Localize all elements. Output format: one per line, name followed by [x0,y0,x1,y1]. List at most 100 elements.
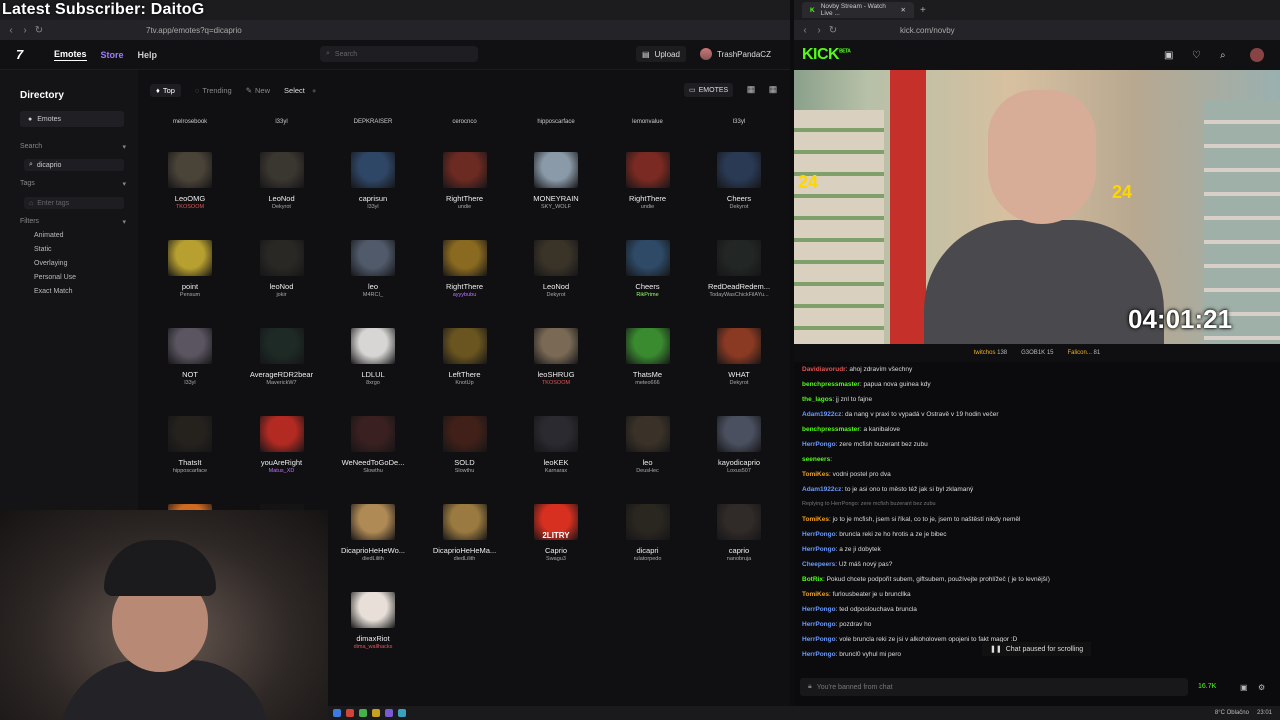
back-icon[interactable]: ‹ [798,25,812,36]
tab-new[interactable]: ✎ New [246,86,270,95]
sidebar-item-emotes[interactable]: ● Emotes [20,111,124,127]
emote-card[interactable]: LeoNod Dekyrot [512,240,600,326]
tags-input[interactable]: ⌂ Enter tags [24,197,124,209]
partial-emote-name[interactable]: melrosebook [150,119,230,125]
partial-emote-name[interactable]: l33yl [242,119,322,125]
emote-card[interactable]: LeoOMG TKOSOOM [150,152,234,238]
nav-help[interactable]: Help [138,50,158,60]
forward-icon[interactable]: › [812,25,826,36]
tab-trending[interactable]: ◌ Trending [195,86,232,95]
left-address-bar[interactable]: ‹ › ↻ 7tv.app/emotes?q=dicaprio [0,20,790,40]
chat-username[interactable]: HerrPongo [802,651,836,658]
kick-logo[interactable]: KICKBETA [802,46,851,64]
chat-username[interactable]: TomiKes [802,516,829,523]
upload-button[interactable]: ▤ Upload [636,46,686,62]
app-icon[interactable] [398,709,406,717]
partial-emote-name[interactable]: DEPKRAISER [333,119,413,125]
emote-card[interactable]: SOLD Slowthu [421,416,509,502]
emote-search-input[interactable]: ⌕ dicaprio [24,159,124,171]
reload-icon[interactable]: ↻ [826,25,840,36]
stream-video[interactable]: 24 24 [794,70,1280,344]
chat-username[interactable]: Davidiavorudr [802,366,846,373]
emote-card[interactable]: RightThere ayyybubu [421,240,509,326]
chat-username[interactable]: HerrPongo [802,531,836,538]
filter-exact-match[interactable]: Exact Match [34,288,73,295]
filter-animated[interactable]: Animated [34,232,64,239]
emote-card[interactable]: Cheers RikPrime [604,240,692,326]
emote-card[interactable]: RedDeadRedem... TodayWasChickFilAYu... [695,240,782,326]
app-icon[interactable] [359,709,367,717]
reload-icon[interactable]: ↻ [32,25,46,36]
grid-small-view-icon[interactable]: ▦ [768,84,778,94]
emote-card[interactable]: leo DeusHec [604,416,692,502]
filter-overlaying[interactable]: Overlaying [34,260,67,267]
emote-card[interactable]: Cheers Dekyrot [695,152,782,238]
gear-icon[interactable]: ⚙ [1258,683,1265,692]
filters-section-header[interactable]: Filters ▾ [20,218,126,226]
tab-kick-stream[interactable]: K Novby Stream - Watch Live ... ✕ [802,2,914,18]
emote-card[interactable]: WeNeedToGoDe... Slowthu [329,416,417,502]
chat-username[interactable]: HerrPongo [802,606,836,613]
chat-username[interactable]: Cheepeers [802,561,835,568]
select-toggle[interactable]: Select ● [284,86,316,95]
chat-username[interactable]: seeneers [802,456,830,463]
emote-card[interactable]: ThatsMe meteo666 [604,328,692,414]
app-icon[interactable] [346,709,354,717]
right-url[interactable]: kick.com/novby [900,26,955,35]
emote-card[interactable]: ThatsIt hipposcarface [150,416,234,502]
weather[interactable]: 8°C Oblačno [1215,710,1249,716]
chat-username[interactable]: HerrPongo [802,621,836,628]
tags-section-header[interactable]: Tags ▾ [20,180,126,188]
chat-username[interactable]: Adam1922cz [802,486,841,493]
emote-card[interactable]: leoKEK Karnarax [512,416,600,502]
chat-username[interactable]: TomiKes [802,471,829,478]
app-icon[interactable] [385,709,393,717]
clock[interactable]: 23:01 [1257,710,1272,716]
site-search-input[interactable]: ⌕ Search [320,46,478,62]
emote-card[interactable]: WHAT Dekyrot [695,328,782,414]
chat-paused-button[interactable]: ❚❚ Chat paused for scrolling [982,642,1092,656]
emote-card[interactable]: NOT l33yl [150,328,234,414]
emote-card[interactable]: 2LITRY Caprio Swagu3 [512,504,600,590]
7tv-logo-icon[interactable]: 7 [16,47,40,62]
chat-input[interactable]: 🔒︎ You're banned from chat [800,678,1188,696]
heart-icon[interactable]: ♡ [1192,50,1201,61]
filter-personal-use[interactable]: Personal Use [34,274,76,281]
emote-card[interactable]: leoSHRUG TKOSOOM [512,328,600,414]
forward-icon[interactable]: › [18,25,32,36]
chat-username[interactable]: Adam1922cz [802,411,841,418]
filter-static[interactable]: Static [34,246,52,253]
user-menu[interactable]: TrashPandaCZ [700,46,771,62]
emote-card[interactable]: AverageRDR2bear MaverickW7 [238,328,326,414]
back-icon[interactable]: ‹ [4,25,18,36]
store-icon[interactable]: ▣ [1164,50,1173,61]
emote-card[interactable]: RightThere undie [604,152,692,238]
chat-username[interactable]: benchpressmaster [802,381,860,388]
close-icon[interactable]: ✕ [901,6,906,14]
emote-card[interactable]: kayodicaprio Loxus507 [695,416,782,502]
tab-top[interactable]: ♦ Top [150,83,181,97]
search-icon[interactable]: ⌕ [1220,50,1226,61]
emote-card[interactable]: LeftThere KnotUp [421,328,509,414]
left-url[interactable]: 7tv.app/emotes?q=dicaprio [146,26,242,35]
chat-username[interactable]: HerrPongo [802,546,836,553]
emote-card[interactable]: point Pensum [150,240,234,326]
emote-card[interactable]: caprisun l33yl [329,152,417,238]
search-section-header[interactable]: Search ▾ [20,143,126,151]
partial-emote-name[interactable]: l33yl [699,119,779,125]
avatar[interactable] [1250,48,1264,62]
emote-card[interactable]: DicaprioHeHeMa... diedLilith [421,504,509,590]
partial-emote-name[interactable]: hipposcarface [516,119,596,125]
emote-card[interactable]: dimaxRiot dima_wallhacks [329,592,417,678]
new-tab-icon[interactable]: + [920,5,926,16]
chat-username[interactable]: TomiKes [802,591,829,598]
emote-card[interactable]: LDLUL 8xrgo [329,328,417,414]
chat-username[interactable]: HerrPongo [802,636,836,643]
emote-card[interactable]: youAreRight Matus_XD [238,416,326,502]
right-address-bar[interactable]: ‹ › ↻ kick.com/novby [794,20,1280,40]
app-icon[interactable] [372,709,380,717]
partial-emote-name[interactable]: cerocnco [425,119,505,125]
emotes-dropdown[interactable]: ▭ EMOTES [684,83,734,97]
emote-card[interactable]: dicapri rulatorpedo [604,504,692,590]
chat-username[interactable]: the_lagos [802,396,832,403]
